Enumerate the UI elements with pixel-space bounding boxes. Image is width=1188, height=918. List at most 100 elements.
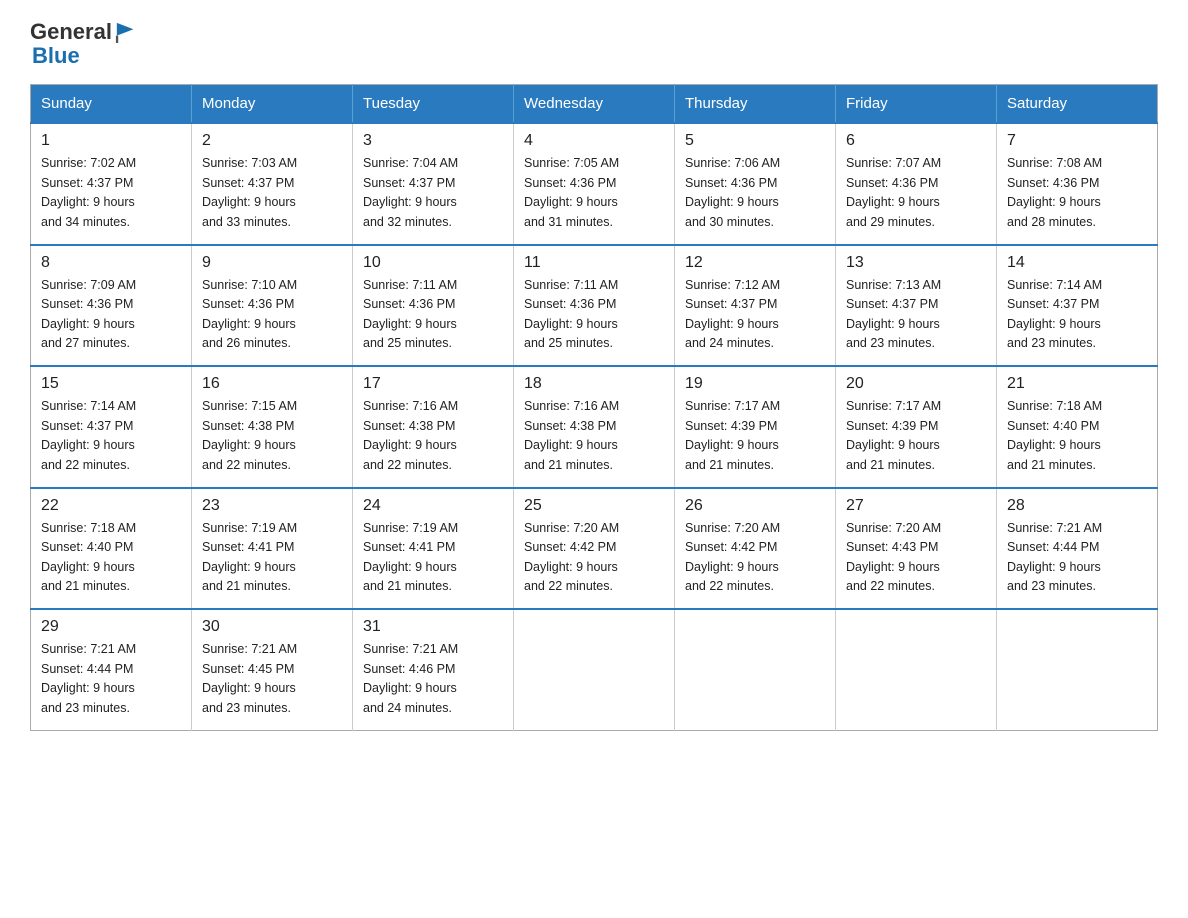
day-info: Sunrise: 7:14 AMSunset: 4:37 PMDaylight:…: [41, 397, 181, 475]
day-number: 29: [41, 618, 181, 636]
day-number: 25: [524, 497, 664, 515]
calendar-day-cell: 17 Sunrise: 7:16 AMSunset: 4:38 PMDaylig…: [353, 366, 514, 488]
day-number: 4: [524, 132, 664, 150]
page-header: General Blue: [30, 20, 1158, 68]
calendar-day-cell: 25 Sunrise: 7:20 AMSunset: 4:42 PMDaylig…: [514, 488, 675, 610]
header-friday: Friday: [836, 85, 997, 124]
calendar-day-cell: 31 Sunrise: 7:21 AMSunset: 4:46 PMDaylig…: [353, 609, 514, 730]
day-info: Sunrise: 7:12 AMSunset: 4:37 PMDaylight:…: [685, 276, 825, 354]
calendar-day-cell: 20 Sunrise: 7:17 AMSunset: 4:39 PMDaylig…: [836, 366, 997, 488]
day-info: Sunrise: 7:02 AMSunset: 4:37 PMDaylight:…: [41, 154, 181, 232]
day-number: 9: [202, 254, 342, 272]
calendar-day-cell: 21 Sunrise: 7:18 AMSunset: 4:40 PMDaylig…: [997, 366, 1158, 488]
calendar-day-cell: [514, 609, 675, 730]
calendar-body: 1 Sunrise: 7:02 AMSunset: 4:37 PMDayligh…: [31, 123, 1158, 730]
calendar-week-row: 29 Sunrise: 7:21 AMSunset: 4:44 PMDaylig…: [31, 609, 1158, 730]
day-info: Sunrise: 7:11 AMSunset: 4:36 PMDaylight:…: [524, 276, 664, 354]
day-number: 16: [202, 375, 342, 393]
day-number: 31: [363, 618, 503, 636]
day-number: 1: [41, 132, 181, 150]
calendar-day-cell: 29 Sunrise: 7:21 AMSunset: 4:44 PMDaylig…: [31, 609, 192, 730]
calendar-day-cell: 1 Sunrise: 7:02 AMSunset: 4:37 PMDayligh…: [31, 123, 192, 245]
day-number: 26: [685, 497, 825, 515]
calendar-day-cell: 18 Sunrise: 7:16 AMSunset: 4:38 PMDaylig…: [514, 366, 675, 488]
header-saturday: Saturday: [997, 85, 1158, 124]
day-number: 13: [846, 254, 986, 272]
day-info: Sunrise: 7:21 AMSunset: 4:44 PMDaylight:…: [1007, 519, 1147, 597]
day-info: Sunrise: 7:17 AMSunset: 4:39 PMDaylight:…: [846, 397, 986, 475]
day-info: Sunrise: 7:04 AMSunset: 4:37 PMDaylight:…: [363, 154, 503, 232]
calendar-week-row: 1 Sunrise: 7:02 AMSunset: 4:37 PMDayligh…: [31, 123, 1158, 245]
calendar-day-cell: 24 Sunrise: 7:19 AMSunset: 4:41 PMDaylig…: [353, 488, 514, 610]
day-number: 23: [202, 497, 342, 515]
logo-flag-icon: [115, 21, 137, 43]
day-info: Sunrise: 7:14 AMSunset: 4:37 PMDaylight:…: [1007, 276, 1147, 354]
calendar-day-cell: 28 Sunrise: 7:21 AMSunset: 4:44 PMDaylig…: [997, 488, 1158, 610]
day-number: 17: [363, 375, 503, 393]
calendar-week-row: 22 Sunrise: 7:18 AMSunset: 4:40 PMDaylig…: [31, 488, 1158, 610]
day-number: 20: [846, 375, 986, 393]
header-wednesday: Wednesday: [514, 85, 675, 124]
calendar-day-cell: 22 Sunrise: 7:18 AMSunset: 4:40 PMDaylig…: [31, 488, 192, 610]
days-of-week-row: Sunday Monday Tuesday Wednesday Thursday…: [31, 85, 1158, 124]
day-info: Sunrise: 7:17 AMSunset: 4:39 PMDaylight:…: [685, 397, 825, 475]
day-number: 22: [41, 497, 181, 515]
day-info: Sunrise: 7:11 AMSunset: 4:36 PMDaylight:…: [363, 276, 503, 354]
day-number: 11: [524, 254, 664, 272]
day-info: Sunrise: 7:15 AMSunset: 4:38 PMDaylight:…: [202, 397, 342, 475]
calendar-day-cell: 10 Sunrise: 7:11 AMSunset: 4:36 PMDaylig…: [353, 245, 514, 367]
calendar-day-cell: 2 Sunrise: 7:03 AMSunset: 4:37 PMDayligh…: [192, 123, 353, 245]
day-number: 6: [846, 132, 986, 150]
day-number: 30: [202, 618, 342, 636]
calendar-day-cell: 8 Sunrise: 7:09 AMSunset: 4:36 PMDayligh…: [31, 245, 192, 367]
calendar-day-cell: 12 Sunrise: 7:12 AMSunset: 4:37 PMDaylig…: [675, 245, 836, 367]
day-number: 8: [41, 254, 181, 272]
calendar-day-cell: 11 Sunrise: 7:11 AMSunset: 4:36 PMDaylig…: [514, 245, 675, 367]
day-number: 2: [202, 132, 342, 150]
calendar-day-cell: 5 Sunrise: 7:06 AMSunset: 4:36 PMDayligh…: [675, 123, 836, 245]
day-info: Sunrise: 7:16 AMSunset: 4:38 PMDaylight:…: [524, 397, 664, 475]
calendar-header: Sunday Monday Tuesday Wednesday Thursday…: [31, 85, 1158, 124]
calendar-day-cell: [675, 609, 836, 730]
day-info: Sunrise: 7:09 AMSunset: 4:36 PMDaylight:…: [41, 276, 181, 354]
calendar-day-cell: 27 Sunrise: 7:20 AMSunset: 4:43 PMDaylig…: [836, 488, 997, 610]
day-number: 27: [846, 497, 986, 515]
day-number: 10: [363, 254, 503, 272]
day-number: 21: [1007, 375, 1147, 393]
day-info: Sunrise: 7:03 AMSunset: 4:37 PMDaylight:…: [202, 154, 342, 232]
calendar-week-row: 8 Sunrise: 7:09 AMSunset: 4:36 PMDayligh…: [31, 245, 1158, 367]
day-info: Sunrise: 7:21 AMSunset: 4:46 PMDaylight:…: [363, 640, 503, 718]
calendar-day-cell: 30 Sunrise: 7:21 AMSunset: 4:45 PMDaylig…: [192, 609, 353, 730]
day-number: 14: [1007, 254, 1147, 272]
day-info: Sunrise: 7:07 AMSunset: 4:36 PMDaylight:…: [846, 154, 986, 232]
day-number: 7: [1007, 132, 1147, 150]
day-info: Sunrise: 7:06 AMSunset: 4:36 PMDaylight:…: [685, 154, 825, 232]
day-info: Sunrise: 7:13 AMSunset: 4:37 PMDaylight:…: [846, 276, 986, 354]
day-number: 3: [363, 132, 503, 150]
day-info: Sunrise: 7:20 AMSunset: 4:42 PMDaylight:…: [685, 519, 825, 597]
logo-blue-text: Blue: [32, 44, 137, 68]
day-info: Sunrise: 7:21 AMSunset: 4:44 PMDaylight:…: [41, 640, 181, 718]
day-info: Sunrise: 7:08 AMSunset: 4:36 PMDaylight:…: [1007, 154, 1147, 232]
day-info: Sunrise: 7:18 AMSunset: 4:40 PMDaylight:…: [1007, 397, 1147, 475]
calendar-day-cell: 4 Sunrise: 7:05 AMSunset: 4:36 PMDayligh…: [514, 123, 675, 245]
day-info: Sunrise: 7:18 AMSunset: 4:40 PMDaylight:…: [41, 519, 181, 597]
day-number: 15: [41, 375, 181, 393]
day-number: 12: [685, 254, 825, 272]
day-info: Sunrise: 7:10 AMSunset: 4:36 PMDaylight:…: [202, 276, 342, 354]
day-info: Sunrise: 7:20 AMSunset: 4:42 PMDaylight:…: [524, 519, 664, 597]
day-number: 24: [363, 497, 503, 515]
calendar-day-cell: 3 Sunrise: 7:04 AMSunset: 4:37 PMDayligh…: [353, 123, 514, 245]
header-monday: Monday: [192, 85, 353, 124]
calendar-day-cell: 7 Sunrise: 7:08 AMSunset: 4:36 PMDayligh…: [997, 123, 1158, 245]
header-sunday: Sunday: [31, 85, 192, 124]
day-number: 28: [1007, 497, 1147, 515]
header-thursday: Thursday: [675, 85, 836, 124]
calendar-day-cell: 26 Sunrise: 7:20 AMSunset: 4:42 PMDaylig…: [675, 488, 836, 610]
day-info: Sunrise: 7:16 AMSunset: 4:38 PMDaylight:…: [363, 397, 503, 475]
day-info: Sunrise: 7:20 AMSunset: 4:43 PMDaylight:…: [846, 519, 986, 597]
day-number: 5: [685, 132, 825, 150]
calendar-day-cell: 23 Sunrise: 7:19 AMSunset: 4:41 PMDaylig…: [192, 488, 353, 610]
logo-general-text: General: [30, 20, 112, 44]
calendar-week-row: 15 Sunrise: 7:14 AMSunset: 4:37 PMDaylig…: [31, 366, 1158, 488]
